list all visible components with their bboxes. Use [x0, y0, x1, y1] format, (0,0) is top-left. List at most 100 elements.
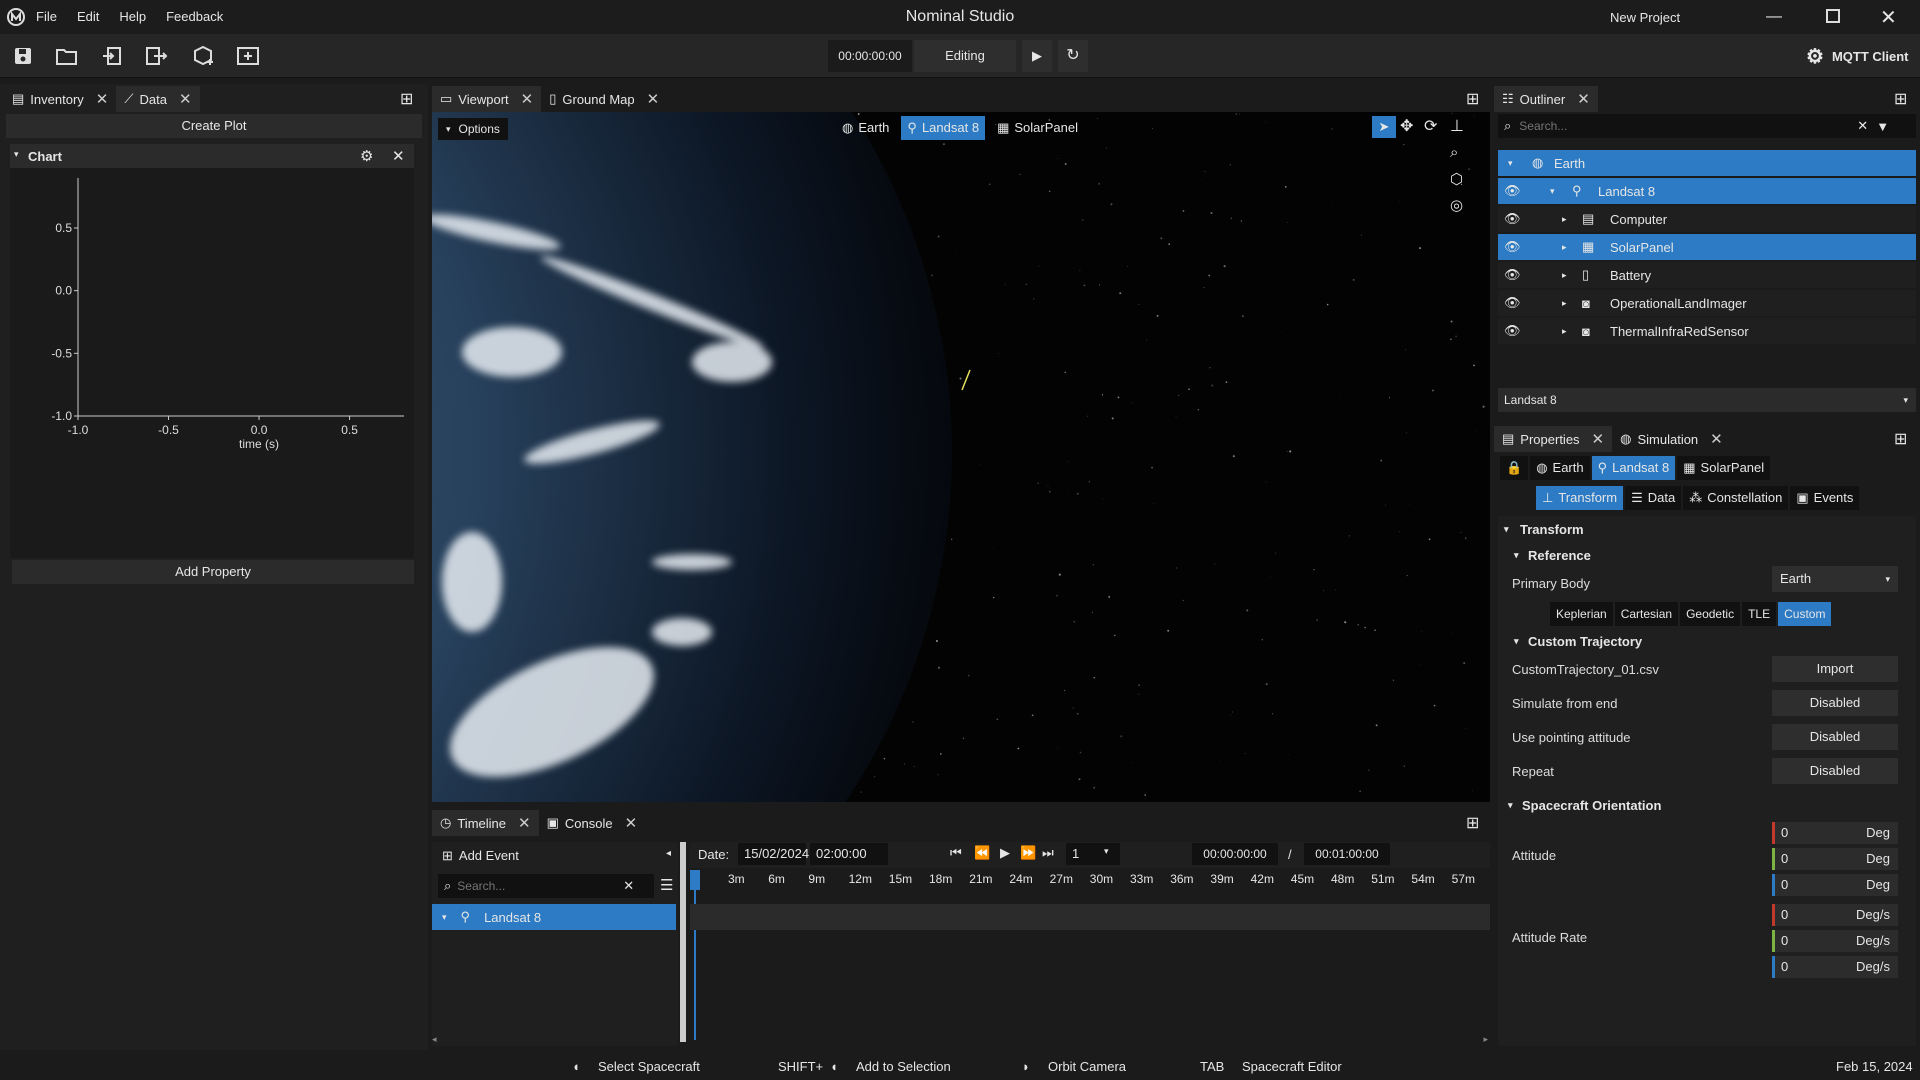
tree-item-earth[interactable]: ▾ ◍ Earth: [1498, 150, 1916, 176]
tab-simulation[interactable]: ◍ Simulation ✕: [1612, 426, 1731, 452]
subtab-transform[interactable]: ⊥ Transform: [1536, 486, 1624, 510]
speed-field[interactable]: 1: [1066, 843, 1120, 865]
subtab-constellation[interactable]: ⁂ Constellation: [1683, 486, 1789, 510]
attitude-x[interactable]: 0 Deg: [1772, 822, 1898, 844]
close-window-icon[interactable]: ✕: [1880, 5, 1897, 30]
close-icon[interactable]: ✕: [518, 814, 531, 832]
add-tab-icon[interactable]: ⊞: [1894, 89, 1907, 109]
reset-icon[interactable]: ↻: [1058, 40, 1088, 72]
close-icon[interactable]: ✕: [521, 90, 534, 108]
repeat-toggle[interactable]: Disabled: [1772, 758, 1898, 784]
use-pointing-toggle[interactable]: Disabled: [1772, 724, 1898, 750]
import-button[interactable]: Import: [1772, 656, 1898, 682]
tab-console[interactable]: ▣ Console ✕: [539, 810, 646, 836]
maximize-icon[interactable]: [1826, 9, 1840, 23]
date-field[interactable]: 15/02/2024: [738, 843, 809, 865]
rewind-icon[interactable]: ⏪: [974, 845, 990, 861]
eye-icon[interactable]: 👁: [1504, 267, 1521, 283]
timeline-track-landsat[interactable]: ▾ ⚲ Landsat 8: [432, 904, 676, 930]
props-chip-landsat[interactable]: ⚲ Landsat 8: [1591, 456, 1676, 480]
attitude-z[interactable]: 0 Deg: [1772, 874, 1898, 896]
mode-keplerian[interactable]: Keplerian: [1550, 602, 1613, 626]
move-tool-icon[interactable]: ✥: [1400, 116, 1413, 136]
chart-settings-icon[interactable]: ⚙: [360, 147, 373, 165]
play-icon[interactable]: ▶: [1000, 845, 1010, 861]
export-icon[interactable]: [140, 40, 174, 72]
add-tab-icon[interactable]: ⊞: [1894, 429, 1907, 449]
timeline-ruler[interactable]: 3m 6m 9m 12m 15m 18m 21m 24m 27m 30m 33m 36m 39m 42m 4…: [690, 870, 1490, 890]
tree-item-landsat[interactable]: 👁 ▾ ⚲ Landsat 8: [1498, 178, 1916, 204]
chevron-down-icon[interactable]: ▾: [1504, 524, 1509, 535]
close-icon[interactable]: ✕: [96, 90, 109, 108]
eye-icon[interactable]: 👁: [1504, 239, 1521, 255]
add-property-button[interactable]: Add Property: [12, 560, 414, 584]
props-chip-earth[interactable]: ◍ Earth: [1530, 456, 1590, 480]
select-tool-icon[interactable]: ➤: [1372, 116, 1396, 138]
props-chip-solarpanel[interactable]: ▦ SolarPanel: [1677, 456, 1771, 480]
add-object-icon[interactable]: [187, 40, 221, 72]
track-lane[interactable]: [690, 904, 1490, 930]
mode-geodetic[interactable]: Geodetic: [1680, 602, 1741, 626]
collapse-icon[interactable]: ◂: [666, 848, 671, 859]
filter-icon[interactable]: ▼: [1876, 119, 1889, 134]
minimize-icon[interactable]: —: [1766, 8, 1782, 26]
tab-properties[interactable]: ▤ Properties ✕: [1494, 426, 1613, 452]
eye-icon[interactable]: 👁: [1504, 323, 1521, 339]
mode-cartesian[interactable]: Cartesian: [1614, 602, 1679, 626]
tree-item-battery[interactable]: 👁 ▸ ▯ Battery: [1498, 262, 1916, 288]
attitude-rate-y[interactable]: 0 Deg/s: [1772, 930, 1898, 952]
close-icon[interactable]: ✕: [179, 90, 192, 108]
mode-tle[interactable]: TLE: [1742, 602, 1777, 626]
tab-data[interactable]: ⟋ Data ✕: [116, 86, 200, 112]
fast-forward-icon[interactable]: ⏩: [1020, 845, 1036, 861]
attitude-y[interactable]: 0 Deg: [1772, 848, 1898, 870]
tree-item-oli[interactable]: 👁 ▸ ◙ OperationalLandImager: [1498, 290, 1916, 316]
primary-body-select[interactable]: Earth ▾: [1772, 566, 1898, 592]
tab-viewport[interactable]: ▭ Viewport ✕: [432, 86, 542, 112]
chip-solarpanel[interactable]: ▦ SolarPanel: [991, 116, 1084, 140]
close-icon[interactable]: ✕: [392, 147, 405, 165]
options-button[interactable]: ▾ Options: [438, 118, 508, 140]
focus-icon[interactable]: ◎: [1450, 196, 1463, 214]
subtab-events[interactable]: ▣ Events: [1790, 486, 1860, 510]
tree-item-tirs[interactable]: 👁 ▸ ◙ ThermalInfraRedSensor: [1498, 318, 1916, 344]
attitude-rate-z[interactable]: 0 Deg/s: [1772, 956, 1898, 978]
close-icon[interactable]: ✕: [647, 90, 660, 108]
open-folder-icon[interactable]: [50, 40, 84, 72]
eye-icon[interactable]: 👁: [1504, 183, 1521, 199]
satellite-marker[interactable]: [961, 369, 971, 391]
rotate-tool-icon[interactable]: ⟳: [1424, 116, 1437, 136]
chip-earth[interactable]: ◍ Earth: [836, 116, 895, 140]
close-icon[interactable]: ✕: [625, 814, 638, 832]
attitude-rate-x[interactable]: 0 Deg/s: [1772, 904, 1898, 926]
sidebar-splitter[interactable]: [680, 842, 686, 1042]
eye-icon[interactable]: 👁: [1504, 295, 1521, 311]
close-icon[interactable]: ✕: [1592, 430, 1605, 448]
close-icon[interactable]: ✕: [1577, 90, 1590, 108]
tab-ground-map[interactable]: ▯ Ground Map ✕: [541, 86, 667, 112]
tree-item-computer[interactable]: 👁 ▸ ▤ Computer: [1498, 206, 1916, 232]
save-icon[interactable]: [6, 40, 40, 72]
tab-timeline[interactable]: ◷ Timeline ✕: [432, 810, 539, 836]
create-plot-button[interactable]: Create Plot: [6, 114, 422, 138]
chevron-down-icon[interactable]: ▾: [1508, 800, 1513, 811]
chevron-down-icon[interactable]: ▾: [1514, 636, 1519, 647]
tree-item-solarpanel[interactable]: 👁 ▸ ▦ SolarPanel: [1498, 234, 1916, 260]
add-tab-icon[interactable]: ⊞: [400, 89, 413, 109]
chevron-down-icon[interactable]: ▾: [14, 149, 19, 160]
timeline-search[interactable]: ⌕ ✕: [438, 874, 654, 898]
add-panel-icon[interactable]: [231, 40, 265, 72]
3d-viewport[interactable]: ▾ Options ◍ Earth ⚲ Landsat 8 ▦ SolarPanel ➤…: [432, 112, 1490, 802]
speed-dropdown-icon[interactable]: ▾: [1104, 846, 1109, 857]
outliner-search[interactable]: ⌕ ✕ ▼: [1498, 114, 1916, 138]
current-time[interactable]: 00:00:00:00: [1192, 843, 1278, 865]
play-icon[interactable]: ▶: [1022, 40, 1052, 72]
end-time[interactable]: 00:01:00:00: [1304, 843, 1390, 865]
subtab-data[interactable]: ☰ Data: [1625, 486, 1682, 510]
chevron-down-icon[interactable]: ▾: [1514, 550, 1519, 561]
lock-icon[interactable]: 🔒: [1500, 456, 1529, 480]
timeline-scrollbar[interactable]: ◂ ▸: [432, 1034, 1490, 1048]
timeline-search-input[interactable]: [457, 879, 618, 893]
close-icon[interactable]: ✕: [1710, 430, 1723, 448]
clear-icon[interactable]: ✕: [623, 878, 634, 894]
